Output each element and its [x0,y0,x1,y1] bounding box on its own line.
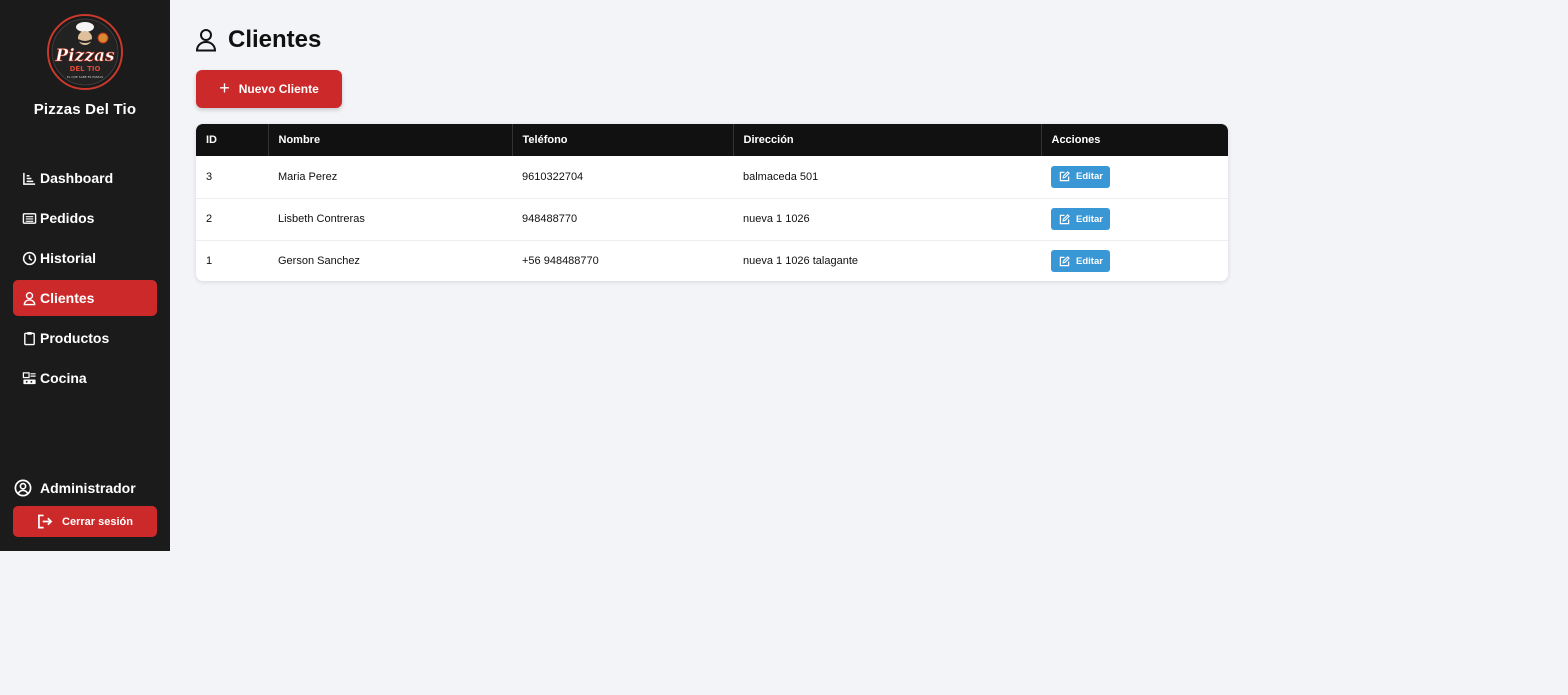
user-icon [22,291,37,306]
sidebar-item-productos[interactable]: Productos [13,320,157,356]
table-header-row: ID Nombre Teléfono Dirección Acciones [196,124,1228,156]
sidebar-item-historial[interactable]: Historial [13,240,157,276]
page-title: Clientes [195,26,321,54]
brand-name: Pizzas Del Tio [33,101,137,118]
column-header-id[interactable]: ID [196,124,269,156]
sign-out-icon [38,514,53,529]
cell-direccion: nueva 1 1026 talagante [743,255,858,268]
logout-button[interactable]: Cerrar sesión [13,506,157,537]
kitchen-icon [22,371,37,386]
cell-id: 3 [206,170,213,183]
cell-direccion: nueva 1 1026 [743,213,810,225]
pizzas-del-tio-logo[interactable]: Pizzas DEL TIO EL QUE SABE ES PIZZAS [47,13,123,91]
sidebar-item-label: Historial [40,250,97,266]
sidebar-item-label: Cocina [40,370,87,386]
cell-id: 2 [206,213,213,225]
sidebar-item-cocina[interactable]: Cocina [13,360,157,396]
chart-icon [22,171,37,186]
cell-nombre: Maria Perez [278,170,338,183]
user-icon [195,29,217,52]
sidebar-item-dashboard[interactable]: Dashboard [13,160,157,196]
edit-icon [1059,171,1070,182]
page-title-text: Clientes [228,26,322,53]
sidebar-nav: Dashboard Pedidos Historial Clientes Pro… [13,160,157,400]
edit-icon [1059,213,1070,224]
cell-nombre: Lisbeth Contreras [278,213,365,225]
list-icon [22,211,37,226]
cell-acciones: Editar [1041,198,1228,240]
edit-button[interactable]: Editar [1051,208,1110,230]
table-row: 2 Lisbeth Contreras 948488770 nueva 1 10… [196,198,1228,240]
sidebar-item-label: Clientes [40,290,95,306]
cell-nombre: Gerson Sanchez [278,255,360,268]
user-profile[interactable]: Administrador [14,479,136,497]
cell-telefono: 9610322704 [522,170,584,183]
user-circle-icon [14,479,32,497]
cell-acciones: Editar [1041,156,1228,198]
sidebar-item-pedidos[interactable]: Pedidos [13,200,157,236]
new-client-button[interactable]: + Nuevo Cliente [196,70,342,108]
edit-label: Editar [1076,255,1103,267]
edit-label: Editar [1076,213,1103,225]
column-header-acciones: Acciones [1051,134,1101,146]
sidebar-item-label: Productos [40,330,110,346]
table-row: 1 Gerson Sanchez +56 948488770 nueva 1 1… [196,240,1228,281]
edit-button[interactable]: Editar [1051,250,1110,273]
edit-icon [1059,255,1070,266]
edit-label: Editar [1076,171,1103,183]
new-client-label: Nuevo Cliente [238,82,319,96]
table-row: 3 Maria Perez 9610322704 balmaceda 501 E… [196,156,1228,198]
user-name: Administrador [40,480,136,496]
logout-label: Cerrar sesión [62,515,133,528]
sidebar-item-label: Pedidos [40,210,95,226]
edit-button[interactable]: Editar [1051,165,1110,188]
clients-table: ID Nombre Teléfono Dirección Acciones 3 … [196,124,1228,281]
svg-text:EL QUE SABE ES PIZZAS: EL QUE SABE ES PIZZAS [67,75,103,79]
svg-text:DEL TIO: DEL TIO [70,65,101,73]
cell-acciones: Editar [1041,240,1228,281]
cell-telefono: +56 948488770 [522,255,599,268]
clock-icon [22,251,37,266]
cell-telefono: 948488770 [522,213,578,225]
clipboard-icon [22,331,37,346]
column-header-telefono[interactable]: Teléfono [512,124,734,156]
cell-direccion: balmaceda 501 [743,170,819,183]
cell-id: 1 [206,255,213,268]
sidebar-item-clientes[interactable]: Clientes [13,280,157,316]
plus-icon: + [219,77,230,98]
column-header-direccion[interactable]: Dirección [733,124,1042,156]
column-header-nombre[interactable]: Nombre [268,124,513,156]
sidebar-item-label: Dashboard [40,170,114,186]
svg-text:Pizzas: Pizzas [54,46,115,66]
sidebar: Pizzas DEL TIO EL QUE SABE ES PIZZAS Piz… [0,0,170,551]
